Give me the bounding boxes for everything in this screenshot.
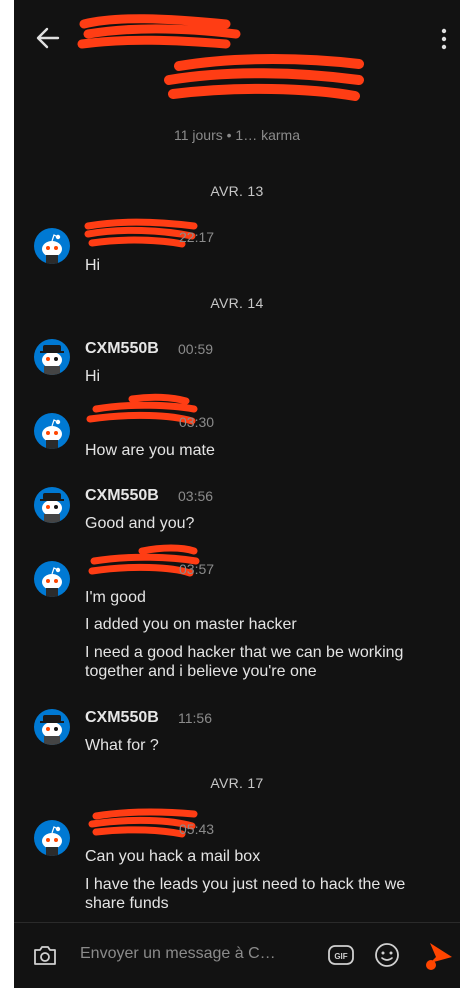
message-composer: Envoyer un message à C… GIF <box>14 922 460 988</box>
message-text: How are you mate <box>85 442 215 459</box>
snoo-icon <box>42 419 62 449</box>
redaction-title <box>77 14 241 49</box>
avatar[interactable] <box>34 561 70 597</box>
sender-name[interactable]: CXM550B <box>85 340 159 358</box>
avatar[interactable] <box>34 413 70 449</box>
message-text: I added you on master hacker <box>85 616 297 633</box>
chat-screen: 11 jours • 1… karma AVR. 13 22:17 Hi AVR… <box>14 0 460 988</box>
message-time: 05:43 <box>179 821 215 837</box>
message-time: 03:57 <box>179 561 215 577</box>
gif-icon[interactable]: GIF <box>327 943 355 967</box>
redaction-username <box>164 54 364 101</box>
message-text: together and i believe you're one <box>85 663 317 680</box>
snoo-icon <box>42 826 62 856</box>
user-meta: 11 jours • 1… karma <box>173 127 301 143</box>
avatar[interactable] <box>34 709 70 745</box>
message-time: 22:17 <box>179 229 215 245</box>
message-text: Can you hack a mail box <box>85 848 261 865</box>
message-text: I'm good <box>85 589 146 606</box>
message-time: 03:56 <box>178 488 214 504</box>
message-time: 00:59 <box>178 341 214 357</box>
snoo-icon <box>42 567 62 597</box>
avatar[interactable] <box>34 487 70 523</box>
avatar[interactable] <box>34 820 70 856</box>
snoo-icon <box>40 493 64 523</box>
message-text: Hi <box>85 368 101 385</box>
message-time: 03:30 <box>179 414 215 430</box>
kebab-menu-icon[interactable] <box>440 27 448 51</box>
gif-label: GIF <box>334 952 347 961</box>
message-text: I need a good hacker that we can be work… <box>85 644 404 661</box>
date-separator: AVR. 14 <box>210 295 264 311</box>
snoo-icon <box>40 715 64 745</box>
back-arrow-icon[interactable] <box>34 24 62 52</box>
message-text: I have the leads you just need to hack t… <box>85 876 406 893</box>
message-input[interactable]: Envoyer un message à C… <box>80 945 320 963</box>
avatar[interactable] <box>34 228 70 264</box>
message-text: share funds <box>85 895 169 912</box>
message-text: Good and you? <box>85 515 195 532</box>
send-icon[interactable] <box>424 939 456 973</box>
snoo-icon <box>40 345 64 375</box>
snoo-icon <box>42 234 62 264</box>
emoji-icon[interactable] <box>374 942 400 968</box>
message-text: Hi <box>85 257 101 274</box>
message-time: 11:56 <box>178 710 212 726</box>
sender-name[interactable]: CXM550B <box>85 487 159 505</box>
date-separator: AVR. 17 <box>210 775 264 791</box>
avatar[interactable] <box>34 339 70 375</box>
date-separator: AVR. 13 <box>210 183 264 199</box>
message-text: What for ? <box>85 737 159 754</box>
camera-icon[interactable] <box>32 943 58 967</box>
sender-name[interactable]: CXM550B <box>85 709 159 727</box>
chat-header: 11 jours • 1… karma <box>14 0 460 160</box>
